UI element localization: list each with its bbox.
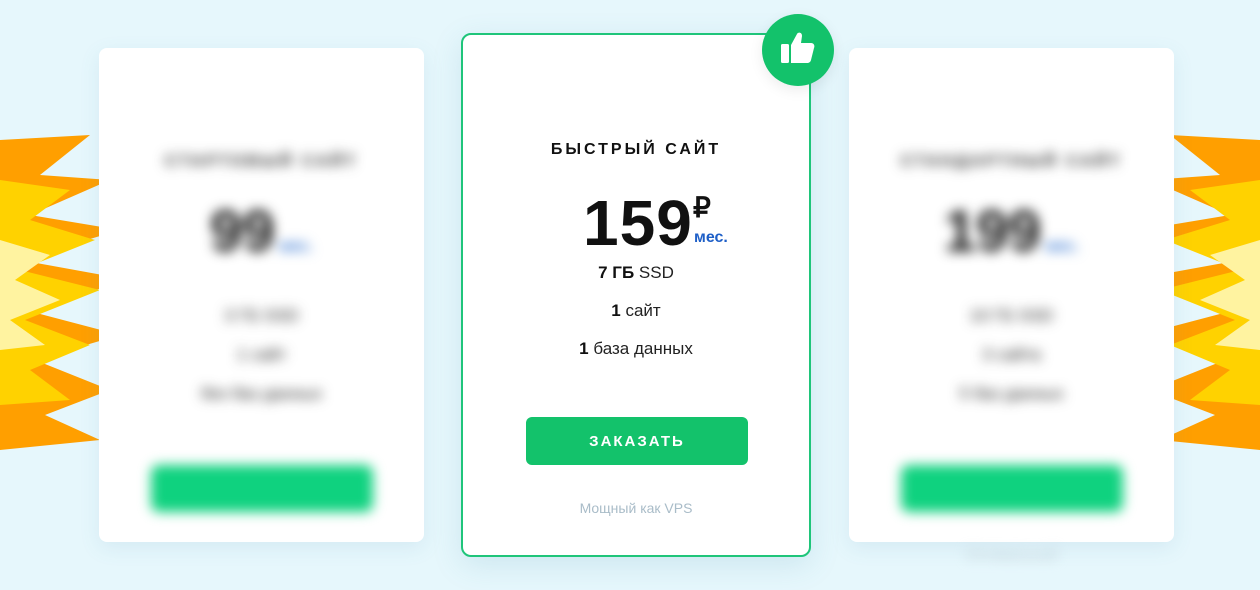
feature-sites-value: 1 xyxy=(611,301,621,320)
order-button-blurred[interactable] xyxy=(151,465,373,512)
thumbs-up-icon xyxy=(781,32,815,63)
plan-note: Оптимальный xyxy=(965,546,1058,562)
plan-name: СТАРТОВЫЙ САЙТ xyxy=(165,153,358,170)
plan-name: БЫСТРЫЙ САЙТ xyxy=(550,141,722,158)
price-value: 159 xyxy=(583,187,693,259)
feature-storage-label: SSD xyxy=(634,263,674,282)
price-period: мес. xyxy=(279,238,313,255)
price-block: 99 мес. xyxy=(99,198,424,265)
price-value: 199 xyxy=(943,199,1041,264)
feature-storage: 3 ГБ SSD xyxy=(224,306,299,325)
plan-card-fast-site: БЫСТРЫЙ САЙТ 159 ₽ мес. 7 ГБ SSD 1 сайт … xyxy=(461,33,811,557)
plan-card-starter: СТАРТОВЫЙ САЙТ 99 мес. 3 ГБ SSD 1 сайт б… xyxy=(99,48,424,542)
currency-symbol: ₽ xyxy=(693,192,711,223)
feature-sites: 1 сайт xyxy=(236,345,287,364)
recommended-badge xyxy=(762,14,834,86)
feature-databases: без баз данных xyxy=(200,384,323,403)
feature-storage: 10 ГБ SSD xyxy=(969,306,1054,325)
feature-databases: 1 база данных xyxy=(463,339,809,359)
feature-databases-label: база данных xyxy=(588,339,693,358)
order-button-blurred[interactable] xyxy=(901,465,1123,512)
price-period: мес. xyxy=(694,229,728,246)
feature-storage: 7 ГБ SSD xyxy=(463,263,809,283)
feature-sites-label: сайт xyxy=(620,301,661,320)
plan-card-standard: СТАНДАРТНЫЙ САЙТ 199 мес. 10 ГБ SSD 3 са… xyxy=(849,48,1174,562)
price-period: мес. xyxy=(1045,238,1080,255)
feature-databases-value: 1 xyxy=(579,339,589,358)
plan-name: СТАНДАРТНЫЙ САЙТ xyxy=(900,153,1123,170)
feature-sites: 3 сайта xyxy=(982,345,1041,364)
feature-storage-value: 7 ГБ xyxy=(598,263,635,282)
price-block: 159 ₽ мес. xyxy=(463,185,809,265)
order-button[interactable]: ЗАКАЗАТЬ xyxy=(526,417,748,465)
price-value: 99 xyxy=(210,199,275,264)
feature-databases: 5 баз данных xyxy=(959,384,1064,403)
price-block: 199 мес. xyxy=(849,198,1174,265)
plan-note: Мощный как VPS xyxy=(579,500,693,516)
feature-sites: 1 сайт xyxy=(463,301,809,321)
